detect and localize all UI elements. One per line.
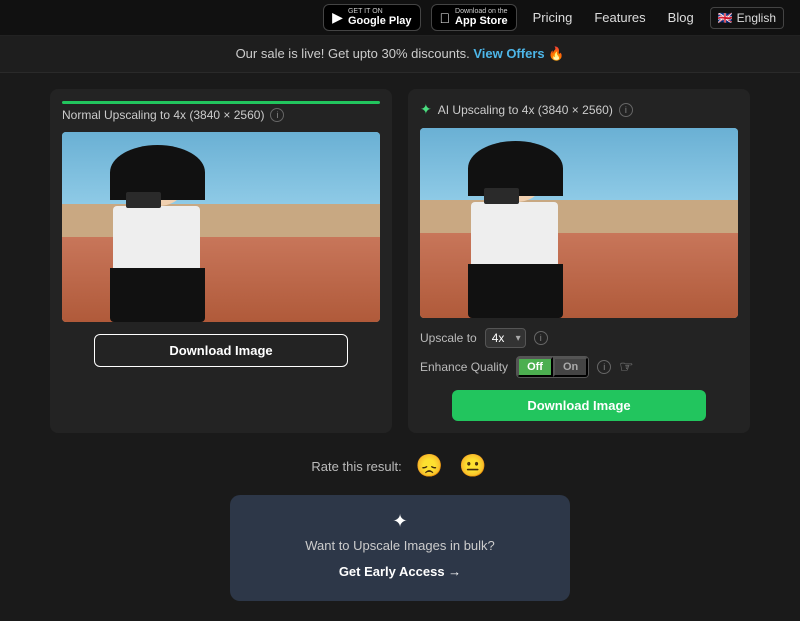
upscale-info-icon[interactable]: i: [534, 331, 548, 345]
tab-indicator: [62, 101, 380, 104]
early-access-link[interactable]: Get Early Access →: [339, 564, 461, 579]
fire-emoji: 🔥: [548, 46, 564, 61]
ai-person-figure: [436, 138, 595, 319]
rating-label: Rate this result:: [311, 459, 401, 474]
normal-photo-scene: [62, 132, 380, 322]
view-offers-link[interactable]: View Offers: [473, 46, 544, 61]
language-label: English: [737, 11, 776, 25]
ai-image-container: [420, 128, 738, 318]
ai-photo-scene: [420, 128, 738, 318]
ai-download-button[interactable]: Download Image: [452, 390, 706, 421]
enhance-off-button[interactable]: Off: [517, 357, 553, 377]
promo-icon: ✦: [250, 511, 550, 532]
navbar: ▶ GET IT ON Google Play  Download on th…: [0, 0, 800, 36]
upscale-label: Upscale to: [420, 331, 477, 345]
normal-image-container: [62, 132, 380, 322]
cursor-icon: ☞: [619, 357, 633, 377]
ai-panel-controls: Upscale to 4x 2x 8x i Enhance Quality Of…: [420, 328, 738, 378]
rating-neutral-button[interactable]: 😐: [457, 451, 488, 481]
flag-icon: 🇬🇧: [718, 11, 733, 25]
ai-title-text: AI Upscaling to 4x (3840 × 2560): [438, 103, 613, 117]
enhance-info-icon[interactable]: i: [597, 360, 611, 374]
ai-upscaling-panel: ✦ AI Upscaling to 4x (3840 × 2560) i: [408, 89, 750, 433]
ai-camera-shape: [484, 188, 519, 204]
google-play-bottom: Google Play: [348, 15, 412, 27]
enhance-on-button[interactable]: On: [553, 357, 588, 377]
promo-banner: Our sale is live! Get upto 30% discounts…: [0, 36, 800, 73]
skirt-shape: [110, 268, 205, 322]
pricing-link[interactable]: Pricing: [527, 6, 579, 29]
comparison-panels: Normal Upscaling to 4x (3840 × 2560) i: [50, 89, 750, 433]
google-play-badge[interactable]: ▶ GET IT ON Google Play: [323, 4, 420, 32]
apple-icon: : [440, 10, 451, 26]
ai-skirt-shape: [468, 264, 563, 318]
camera-shape: [126, 192, 161, 208]
normal-info-icon[interactable]: i: [270, 108, 284, 122]
normal-download-button[interactable]: Download Image: [94, 334, 348, 367]
ai-panel-title: ✦ AI Upscaling to 4x (3840 × 2560) i: [420, 101, 738, 118]
ai-info-icon[interactable]: i: [619, 103, 633, 117]
features-link[interactable]: Features: [588, 6, 651, 29]
normal-title-text: Normal Upscaling to 4x (3840 × 2560): [62, 108, 264, 122]
app-store-badge[interactable]:  Download on the App Store: [431, 4, 517, 32]
language-selector[interactable]: 🇬🇧 English: [710, 7, 784, 29]
google-play-icon: ▶: [332, 9, 343, 26]
ai-sparkle-icon: ✦: [420, 101, 432, 118]
enhance-toggle: Off On: [516, 356, 589, 378]
promo-text: Our sale is live! Get upto 30% discounts…: [236, 46, 470, 61]
person-figure: [78, 142, 237, 323]
app-store-top: Download on the: [455, 8, 508, 16]
upscale-select-wrapper: 4x 2x 8x: [485, 328, 526, 348]
normal-panel-title: Normal Upscaling to 4x (3840 × 2560) i: [62, 108, 380, 122]
enhance-control: Enhance Quality Off On i: [420, 356, 611, 378]
blog-link[interactable]: Blog: [662, 6, 700, 29]
upscale-select[interactable]: 4x 2x 8x: [485, 328, 526, 348]
upscale-control: Upscale to 4x 2x 8x i: [420, 328, 548, 348]
normal-upscaling-panel: Normal Upscaling to 4x (3840 × 2560) i: [50, 89, 392, 433]
bulk-promo-box: ✦ Want to Upscale Images in bulk? Get Ea…: [230, 495, 570, 601]
main-content: Normal Upscaling to 4x (3840 × 2560) i: [0, 73, 800, 621]
rating-section: Rate this result: 😞 😐: [50, 451, 750, 481]
enhance-label: Enhance Quality: [420, 360, 508, 374]
promo-box-text: Want to Upscale Images in bulk?: [250, 538, 550, 553]
app-store-bottom: App Store: [455, 15, 508, 27]
google-play-top: GET IT ON: [348, 8, 412, 16]
rating-bad-button[interactable]: 😞: [414, 451, 445, 481]
